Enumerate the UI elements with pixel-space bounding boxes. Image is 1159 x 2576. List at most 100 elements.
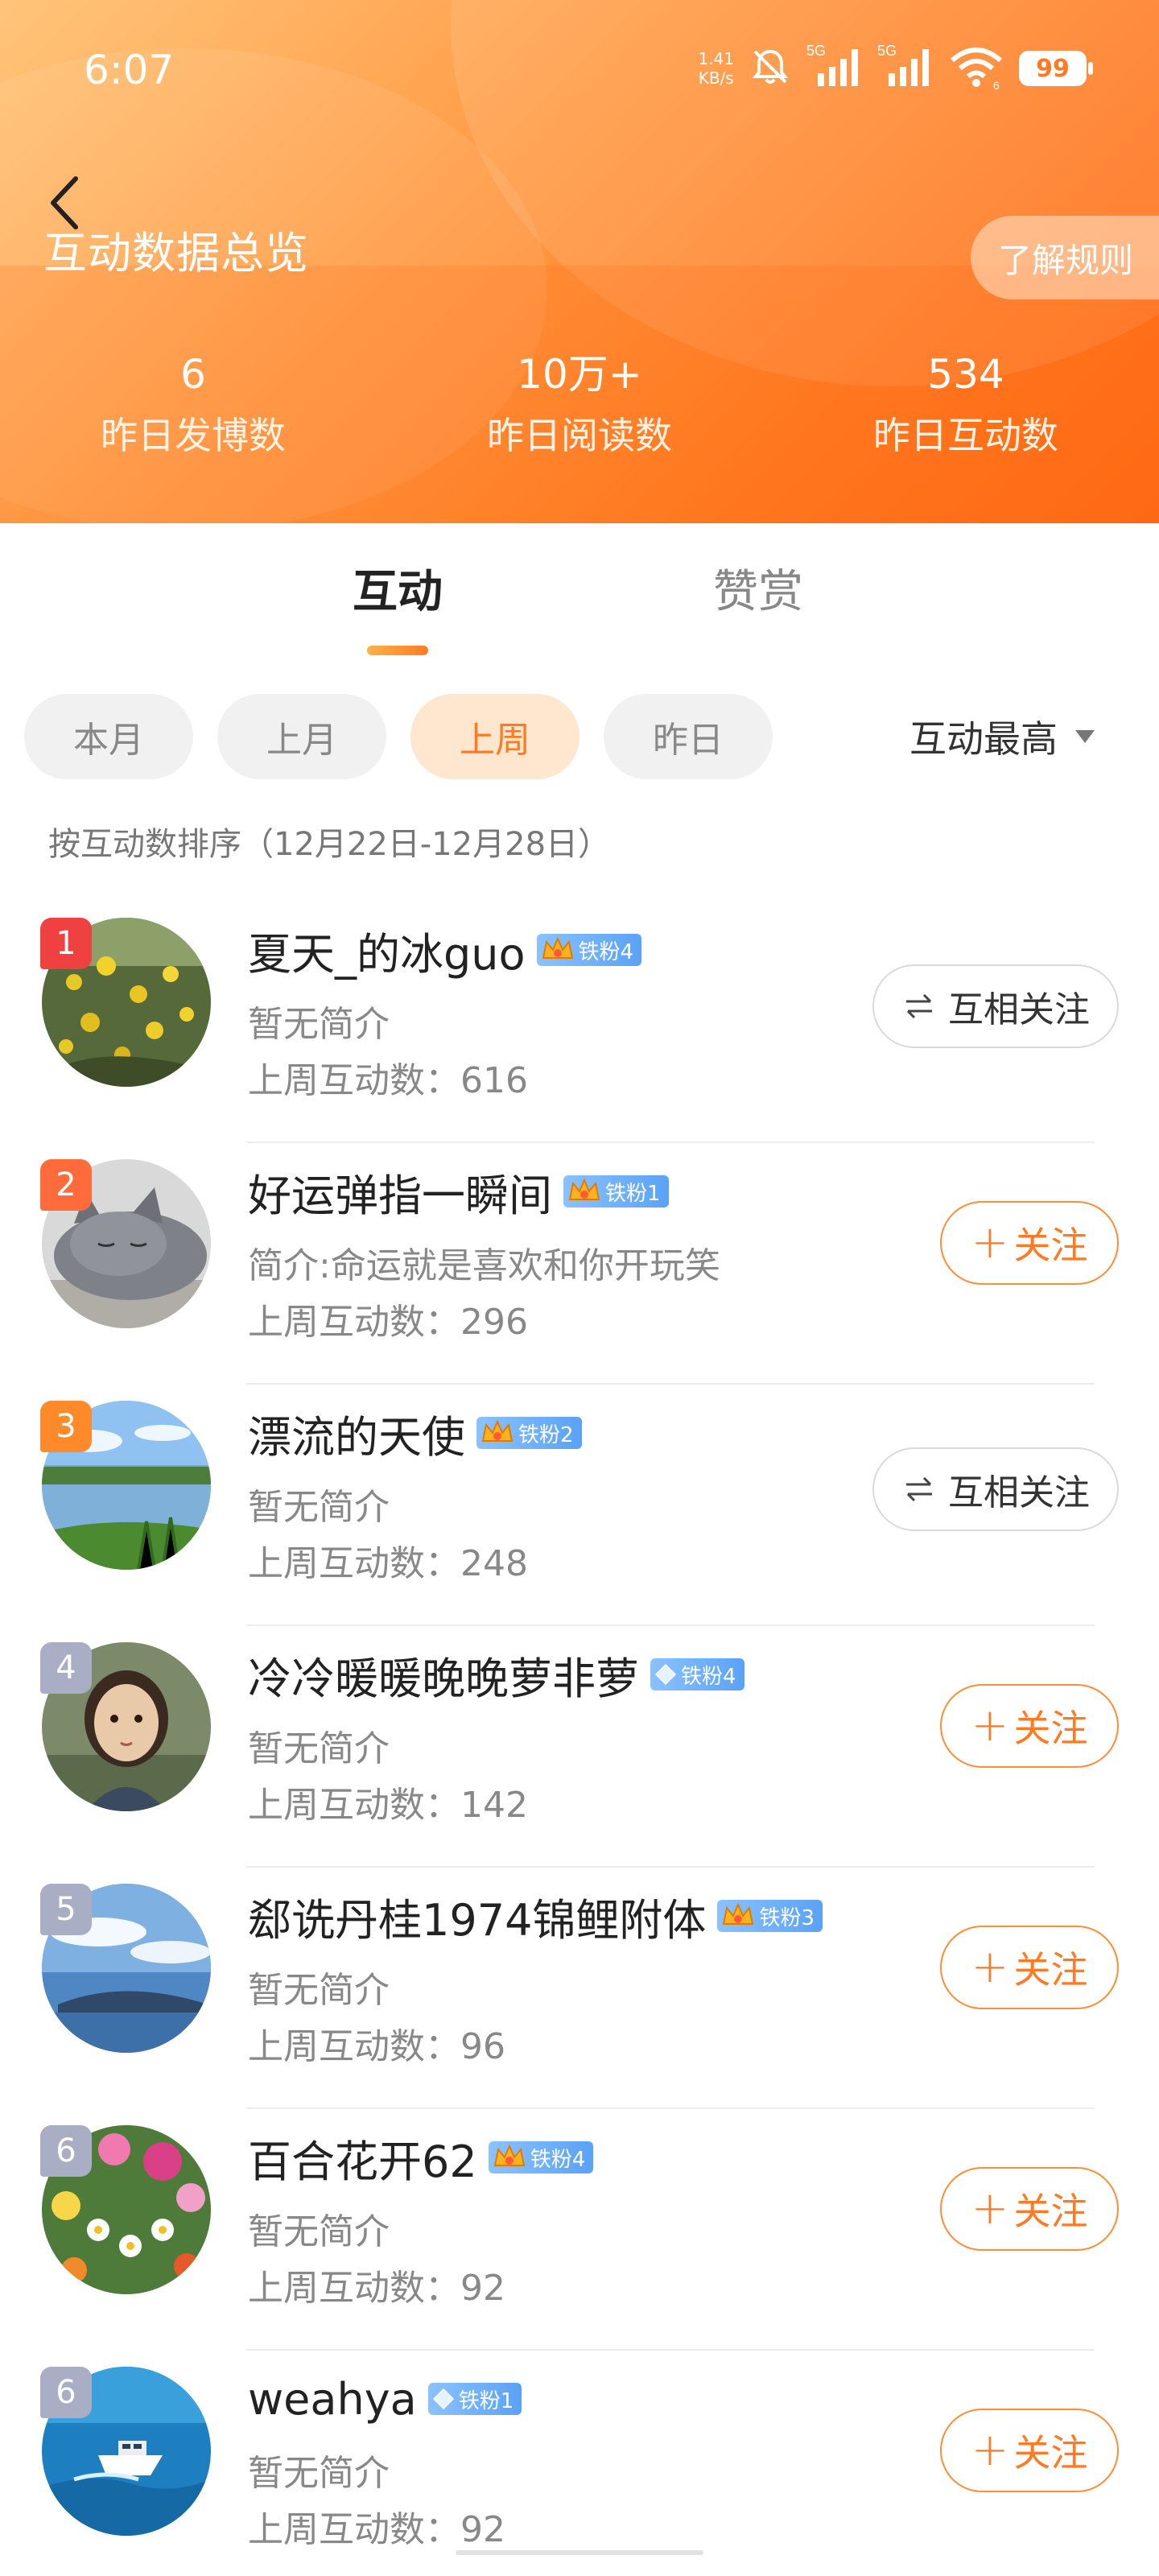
stat-interactions: 534 昨日互动数 (773, 346, 1159, 464)
crown-icon (568, 1178, 600, 1200)
plus-icon: + (971, 2424, 1009, 2476)
fan-badge: 铁粉4 (488, 2141, 594, 2174)
follow-button[interactable]: + 关注 (940, 1684, 1119, 1768)
user-name[interactable]: 百合花开62 (248, 2126, 477, 2190)
fan-badge: 铁粉3 (717, 1900, 823, 1932)
filter-this-month[interactable]: 本月 (24, 694, 193, 779)
follow-label: 关注 (1013, 1948, 1088, 1992)
mutual-follow-button[interactable]: 互相关注 (872, 964, 1119, 1048)
swap-arrows-icon (906, 993, 932, 1019)
time-filter-group: 本月 上月 上周 昨日 (24, 694, 773, 779)
list-item[interactable]: 2 好运弹指一瞬间 铁粉1 简介:命运就是喜欢和你开玩笑 上周互动数：296 +… (0, 1143, 1159, 1385)
interaction-count-value: 92 (460, 2268, 505, 2309)
list-item[interactable]: 3 漂流的天使 铁粉2 暂无简介 上周互动数：248 互相关注 (0, 1385, 1159, 1626)
user-name-row: 冷冷暖暖晚晚萝非萝 铁粉4 (248, 1642, 744, 1707)
tab-reward[interactable]: 赞赏 (713, 555, 803, 621)
user-intro: 暂无简介 (248, 2211, 390, 2252)
fan-badge-label: 铁粉3 (759, 1905, 815, 1930)
signal-1-label: 5G (806, 43, 826, 59)
fan-badge: 铁粉1 (563, 1175, 669, 1208)
stat-value: 6 (180, 351, 206, 398)
interaction-count-value: 92 (460, 2509, 505, 2550)
plus-icon: + (971, 1216, 1009, 1269)
network-speed-unit: KB/s (698, 68, 734, 88)
user-name[interactable]: 好运弹指一瞬间 (248, 1160, 552, 1224)
interaction-count: 上周互动数：142 (248, 1776, 528, 1827)
user-intro: 暂无简介 (248, 1004, 390, 1045)
filter-last-week[interactable]: 上周 (410, 694, 580, 779)
stats-row: 6 昨日发博数 10万+ 昨日阅读数 534 昨日互动数 (0, 346, 1159, 464)
fan-badge-label: 铁粉4 (530, 2147, 586, 2172)
bell-muted-icon (749, 45, 792, 92)
list-item[interactable]: 5 郄诜丹桂1974锦鲤附体 铁粉3 暂无简介 上周互动数：96 + 关注 (0, 1868, 1159, 2109)
stat-label: 昨日阅读数 (487, 414, 672, 457)
follow-button[interactable]: + 关注 (940, 1926, 1119, 2009)
rank-badge: 6 (40, 2367, 92, 2418)
interaction-count: 上周互动数：92 (248, 2500, 505, 2552)
filter-yesterday[interactable]: 昨日 (604, 694, 773, 779)
list-item[interactable]: 6 百合花开62 铁粉4 暂无简介 上周互动数：92 + 关注 (0, 2109, 1159, 2351)
page-title: 互动数据总览 (43, 228, 309, 279)
mutual-follow-label: 互相关注 (948, 1472, 1090, 1513)
interaction-count: 上周互动数：296 (248, 1293, 528, 1344)
user-intro: 简介:命运就是喜欢和你开玩笑 (248, 1245, 720, 1286)
fan-badge: 铁粉2 (476, 1417, 582, 1449)
signal-2-label: 5G (877, 43, 897, 59)
swap-arrows-icon (906, 1476, 932, 1502)
user-name[interactable]: 郄诜丹桂1974锦鲤附体 (248, 1885, 706, 1948)
stat-value: 534 (927, 351, 1004, 398)
header-banner: 6:07 1.41 KB/s 5G 5G 6 99 互动数据总览 了解规则 6 … (0, 0, 1159, 523)
follow-label: 关注 (1013, 2431, 1088, 2475)
user-name[interactable]: 夏天_的冰guo (248, 919, 526, 982)
crown-icon (493, 2144, 525, 2166)
user-name[interactable]: weahya (248, 2374, 417, 2425)
user-name[interactable]: 漂流的天使 (248, 1402, 465, 1465)
diamond-icon (432, 2388, 454, 2410)
interaction-count-value: 248 (460, 1543, 528, 1584)
fan-badge-label: 铁粉4 (681, 1664, 736, 1689)
list-item[interactable]: 6 weahya 铁粉1 暂无简介 上周互动数：92 + 关注 (0, 2351, 1159, 2576)
rank-badge: 6 (40, 2125, 92, 2177)
home-indicator[interactable] (456, 2550, 703, 2555)
diamond-icon (654, 1663, 677, 1686)
fan-badge-label: 铁粉4 (578, 939, 634, 964)
user-name-row: 漂流的天使 铁粉2 (248, 1401, 582, 1465)
user-name-row: 夏天_的冰guo 铁粉4 (248, 918, 642, 982)
stat-label: 昨日发博数 (101, 414, 286, 457)
interaction-count: 上周互动数：96 (248, 2017, 505, 2069)
user-intro: 暂无简介 (248, 2453, 390, 2494)
mutual-follow-label: 互相关注 (948, 989, 1090, 1030)
rank-badge: 4 (40, 1642, 92, 1694)
interaction-count-value: 296 (460, 1302, 528, 1343)
fan-badge: 铁粉4 (536, 934, 642, 966)
interaction-ranking-list: 1 夏天_的冰guo 铁粉4 暂无简介 上周互动数：616 互相关注 2 好运弹… (0, 902, 1159, 2576)
follow-label: 关注 (1013, 1707, 1088, 1750)
follow-button[interactable]: + 关注 (940, 2167, 1119, 2251)
interaction-count: 上周互动数：616 (248, 1051, 528, 1103)
stat-reads: 10万+ 昨日阅读数 (386, 346, 773, 464)
list-item[interactable]: 4 冷冷暖暖晚晚萝非萝 铁粉4 暂无简介 上周互动数：142 + 关注 (0, 1626, 1159, 1868)
stat-value: 10万+ (517, 351, 642, 398)
sort-label: 互动最高 (909, 717, 1058, 761)
rank-badge: 1 (40, 918, 92, 969)
mutual-follow-button[interactable]: 互相关注 (872, 1447, 1119, 1531)
user-intro: 暂无简介 (248, 1487, 390, 1528)
interaction-count: 上周互动数：248 (248, 1534, 528, 1586)
signal-icon: 5G (806, 43, 863, 94)
follow-button[interactable]: + 关注 (940, 1201, 1119, 1285)
follow-button[interactable]: + 关注 (940, 2409, 1119, 2492)
user-name-row: 百合花开62 铁粉4 (248, 2125, 594, 2190)
wifi-sub-label: 6 (993, 79, 1000, 91)
rules-button[interactable]: 了解规则 (971, 216, 1159, 299)
follow-label: 关注 (1013, 1224, 1088, 1267)
user-name-row: weahya 铁粉1 (248, 2367, 522, 2431)
user-name[interactable]: 冷冷暖暖晚晚萝非萝 (248, 1643, 639, 1707)
stat-posts: 6 昨日发博数 (0, 346, 386, 464)
crown-icon (481, 1419, 514, 1442)
rank-badge: 2 (40, 1159, 92, 1211)
interaction-count-label: 上周互动数： (248, 2268, 460, 2309)
list-item[interactable]: 1 夏天_的冰guo 铁粉4 暂无简介 上周互动数：616 互相关注 (0, 902, 1159, 1143)
tab-interaction[interactable]: 互动 (353, 555, 443, 621)
filter-last-month[interactable]: 上月 (217, 694, 386, 779)
sort-dropdown[interactable]: 互动最高 (909, 710, 1095, 763)
